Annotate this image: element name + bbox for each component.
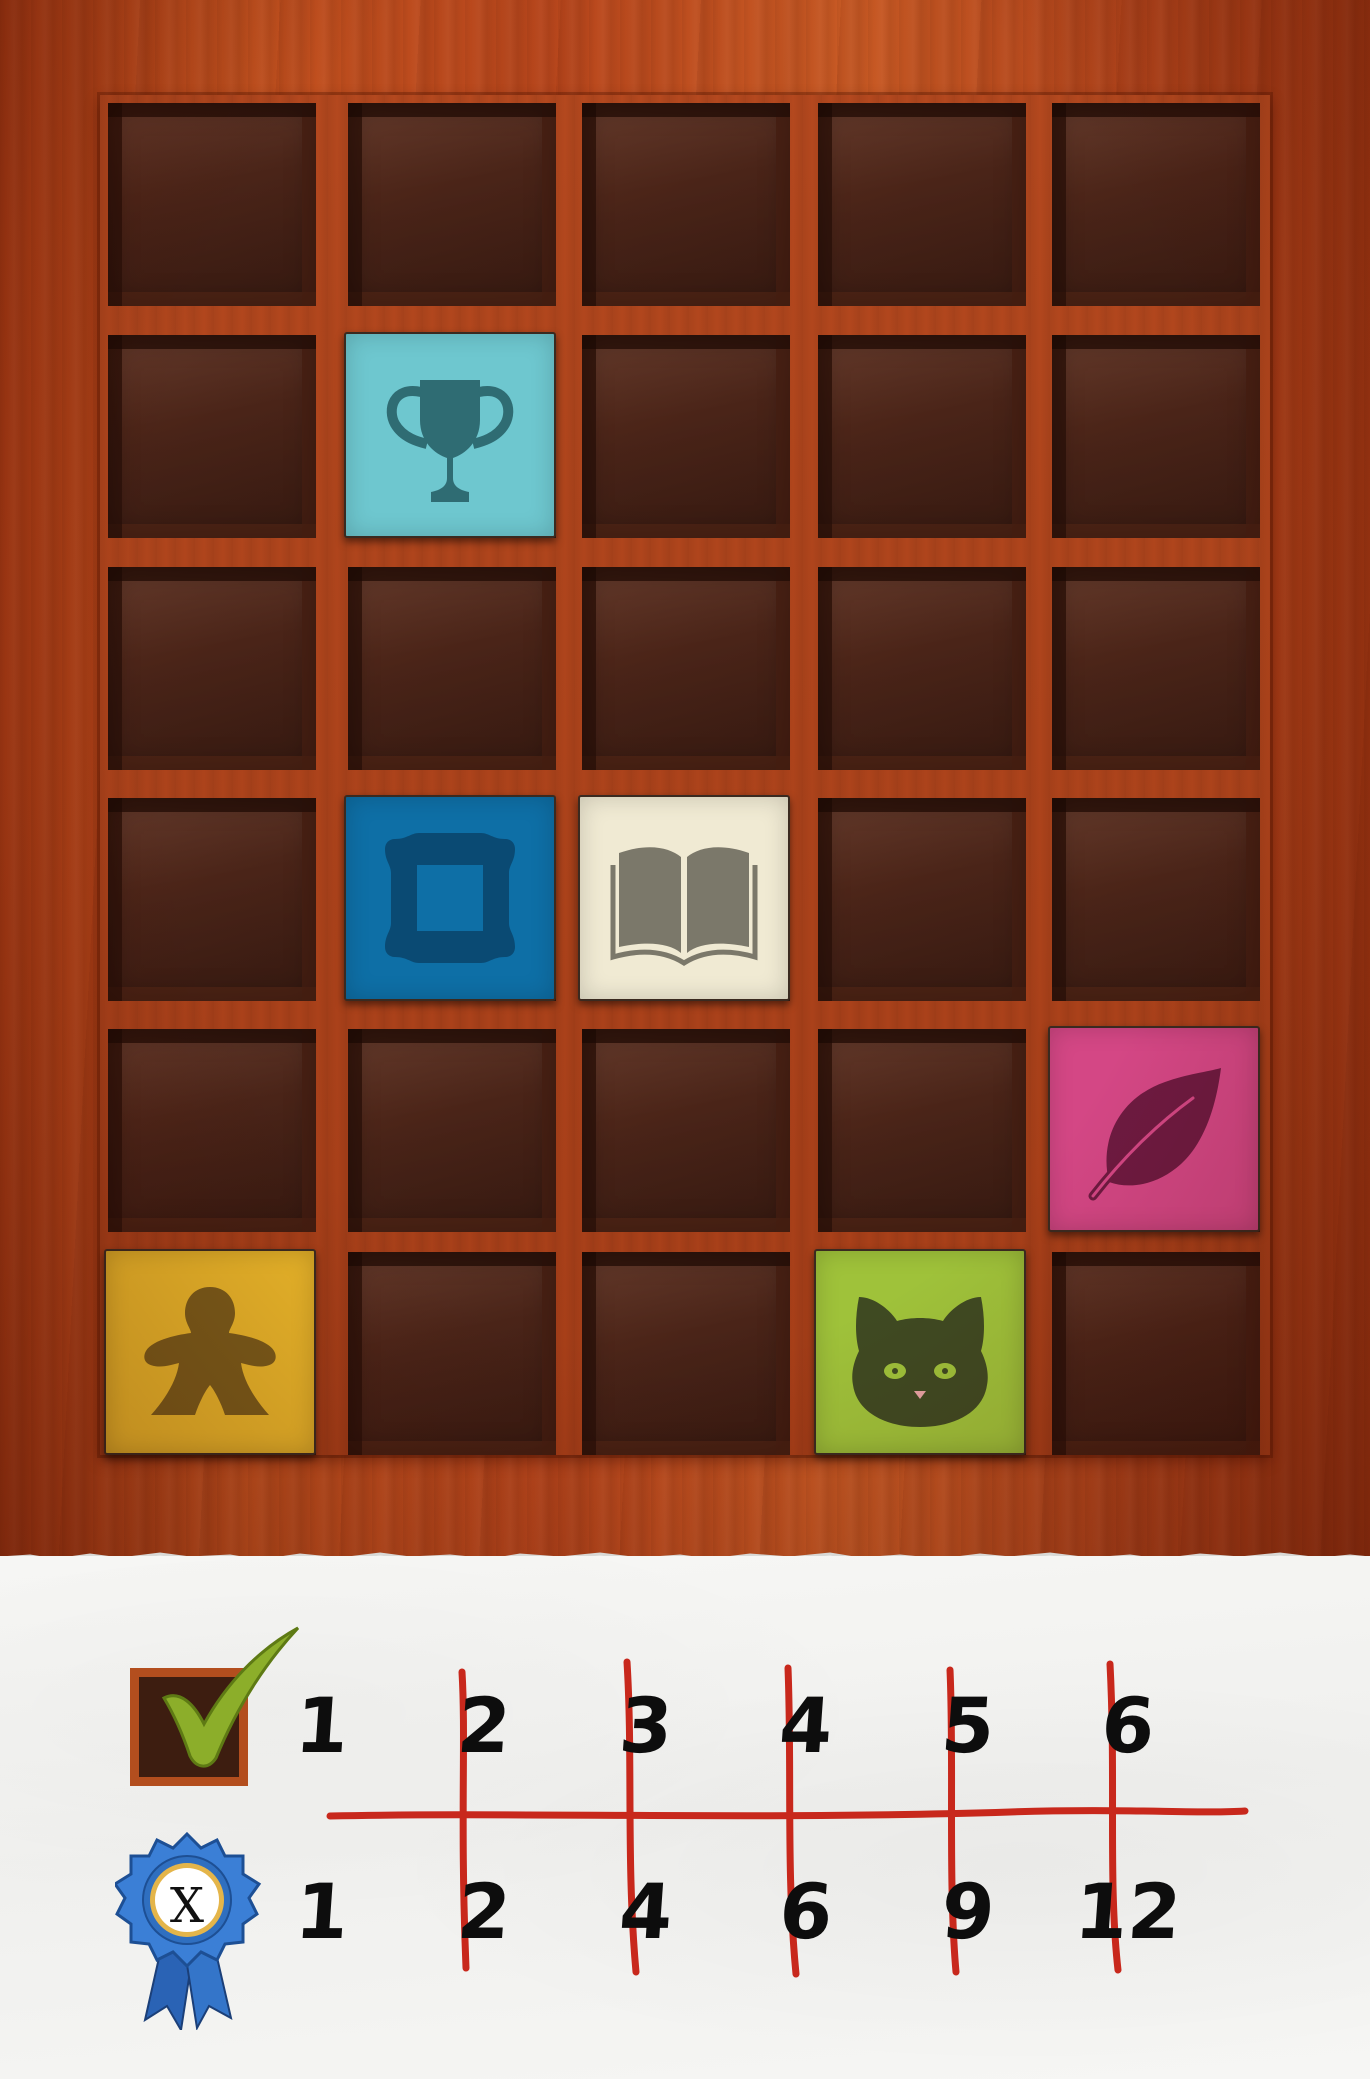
shelf-cell — [818, 798, 1026, 1001]
shelf-cell — [348, 1029, 556, 1232]
picture-frame-icon — [385, 833, 515, 963]
shelf-cell — [1052, 335, 1260, 538]
shelf-cell — [814, 1249, 1026, 1455]
shelf-cell — [818, 335, 1026, 538]
matches-count: 4 — [776, 1681, 836, 1770]
shelf-cell — [348, 103, 556, 306]
shelf-cell — [582, 1029, 790, 1232]
points-value: 1 — [292, 1867, 352, 1956]
shelf-cell — [1052, 103, 1260, 306]
shelf-cell — [1052, 798, 1260, 1001]
shelf-cell — [582, 567, 790, 770]
shelf-cell — [582, 1252, 790, 1455]
wooden-board — [0, 0, 1370, 1560]
points-value: 6 — [776, 1867, 836, 1956]
open-book-tile — [578, 795, 790, 1001]
shelf-cell — [108, 335, 316, 538]
matches-count: 1 — [292, 1681, 352, 1770]
pattern-card: X 1 2 3 4 5 6 1 2 4 6 9 12 — [0, 0, 1370, 2079]
matches-count: 2 — [454, 1681, 514, 1770]
shelf-cell — [348, 567, 556, 770]
matches-count: 6 — [1098, 1681, 1158, 1770]
shelf-cell — [108, 103, 316, 306]
cat-icon — [852, 1297, 988, 1427]
points-value: 4 — [616, 1867, 676, 1956]
shelf-cell — [344, 332, 556, 538]
open-book-icon — [610, 847, 758, 966]
shelf-cell — [582, 335, 790, 538]
shelf-cell — [108, 798, 316, 1001]
leaf-tile — [1048, 1026, 1260, 1232]
shelf-cell — [1052, 1252, 1260, 1455]
shelf-cell — [578, 795, 790, 1001]
shelf-cell — [818, 567, 1026, 770]
points-value: 9 — [938, 1867, 998, 1956]
shelf-grid — [100, 95, 1270, 1455]
meeple-tile — [104, 1249, 316, 1455]
points-multiplier-label: X — [169, 1878, 205, 1934]
shelf-cell — [108, 567, 316, 770]
shelf-cell — [344, 795, 556, 1001]
shelf-cell — [582, 103, 790, 306]
shelf-cell — [1052, 567, 1260, 770]
trophy-icon — [386, 380, 514, 502]
matches-count: 5 — [938, 1681, 998, 1770]
leaf-icon — [1088, 1068, 1221, 1201]
shelf-cell — [104, 1249, 316, 1455]
shelf-cell — [348, 1252, 556, 1455]
meeple-icon — [144, 1287, 276, 1415]
cat-tile — [814, 1249, 1026, 1455]
shelf-cell — [1048, 1026, 1260, 1232]
shelf-cell — [818, 103, 1026, 306]
points-value: 12 — [1072, 1867, 1185, 1956]
matches-count: 3 — [616, 1681, 676, 1770]
shelf-cell — [108, 1029, 316, 1232]
trophy-tile — [344, 332, 556, 538]
points-value: 2 — [454, 1867, 514, 1956]
shelf-cell — [818, 1029, 1026, 1232]
picture-frame-tile — [344, 795, 556, 1001]
